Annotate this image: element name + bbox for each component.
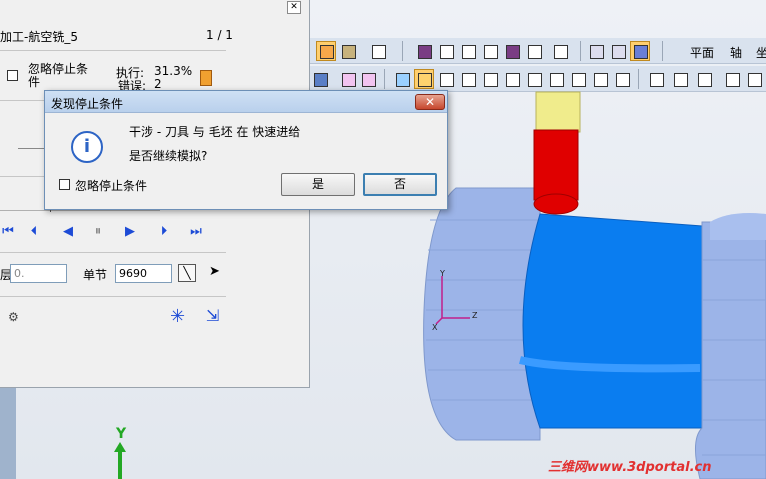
machined-region [522, 213, 703, 429]
dialog-ignore-label: 忽略停止条件 [75, 179, 148, 193]
dialog-titlebar[interactable]: 发现停止条件 ✕ [45, 91, 447, 113]
watermark: 三维网www.3dportal.cn [548, 460, 712, 475]
divider [0, 252, 226, 253]
triad-y-label: Y [439, 269, 445, 278]
layer-field[interactable]: 0. [10, 264, 67, 283]
tool-tip [533, 193, 579, 215]
block-label: 单节 [83, 268, 108, 282]
cursor-icon[interactable]: ➤ [209, 264, 220, 279]
dialog-ignore-checkbox[interactable] [59, 179, 70, 190]
pause-button[interactable]: ⏸ [90, 224, 106, 240]
rewind-button[interactable]: ⏮ [0, 224, 16, 240]
dialog-question: 是否继续模拟? [129, 149, 208, 163]
play-back-button[interactable]: ◀ [60, 224, 76, 240]
dialog-title: 发现停止条件 [51, 97, 124, 111]
world-y-label: Y [115, 426, 127, 442]
step-forward-button[interactable]: ⏵ [156, 224, 172, 240]
stock-left [423, 187, 541, 441]
triad-z-label: Z [472, 311, 478, 320]
ignore-stop-checkbox[interactable] [7, 70, 18, 81]
info-icon: i [71, 131, 103, 163]
yes-button[interactable]: 是 [281, 173, 355, 196]
world-y-arrow [114, 442, 126, 452]
tool-holder [535, 91, 581, 133]
stock-right-top [710, 213, 766, 240]
exec-value: 31.3% [154, 64, 193, 78]
page-indicator: 1 / 1 [206, 28, 233, 42]
side-strip [0, 388, 16, 479]
tool-cutter [533, 129, 579, 201]
warning-icon[interactable] [200, 70, 212, 86]
panel-close-button[interactable]: ✕ [287, 1, 301, 14]
no-button[interactable]: 否 [363, 173, 437, 196]
play-button[interactable]: ▶ [122, 224, 138, 240]
exit-icon[interactable]: ⇲ [206, 306, 219, 325]
stop-condition-dialog: 发现停止条件 ✕ i 干涉 - 刀具 与 毛坯 在 快速进给 是否继续模拟? 忽… [44, 90, 448, 210]
triad-x-label: X [432, 323, 438, 332]
dialog-message: 干涉 - 刀具 与 毛坯 在 快速进给 [129, 125, 301, 139]
fast-forward-button[interactable]: ⏭ [188, 224, 204, 240]
step-back-button[interactable]: ⏴ [26, 224, 42, 240]
refresh-icon[interactable]: ✳ [170, 306, 185, 327]
dialog-close-button[interactable]: ✕ [415, 94, 445, 110]
divider [0, 50, 226, 51]
divider [0, 296, 226, 297]
error-value: 2 [154, 77, 162, 91]
ignore-stop-label: 忽略停止条件 [28, 62, 89, 89]
tool-settings-icon[interactable]: ⚙ [8, 310, 26, 326]
block-field[interactable]: 9690 [115, 264, 172, 283]
stock-right [695, 221, 766, 479]
line-mode-icon[interactable]: ╲ [178, 264, 196, 282]
operation-title: 加工-航空铣_5 [0, 30, 78, 44]
